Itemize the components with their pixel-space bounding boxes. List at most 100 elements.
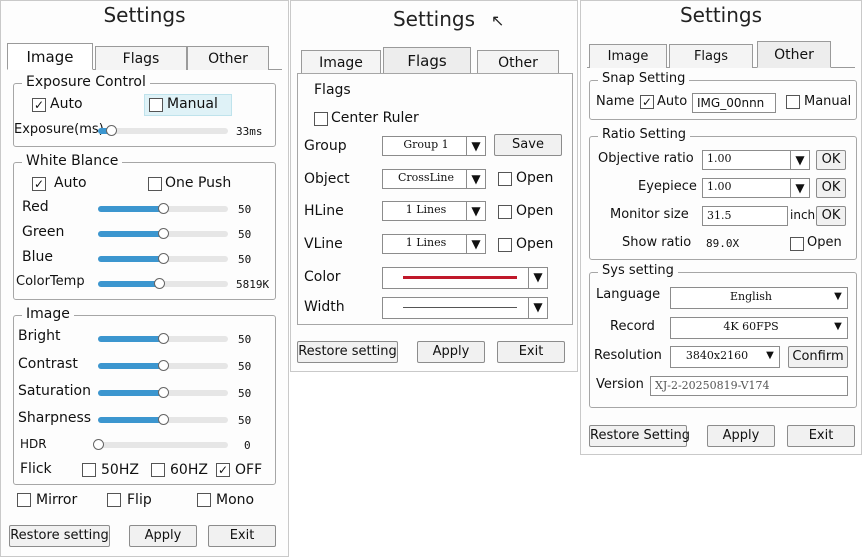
object-open-checkbox[interactable] xyxy=(498,172,512,186)
objective-ratio-select[interactable]: 1.00 ▼ xyxy=(702,150,810,170)
mouse-cursor-icon: ↖ xyxy=(491,11,505,30)
flip-checkbox[interactable] xyxy=(107,493,121,507)
green-slider[interactable] xyxy=(98,228,228,239)
tab-flags[interactable]: Flags xyxy=(95,46,187,70)
confirm-button[interactable]: Confirm xyxy=(788,346,848,368)
objective-ok-button[interactable]: OK xyxy=(816,150,846,170)
slider-fill xyxy=(98,390,163,396)
tab-other[interactable]: Other xyxy=(187,46,269,70)
width-swatch xyxy=(403,307,517,308)
mirror-checkbox[interactable] xyxy=(17,493,31,507)
manual-exposure-option[interactable]: Manual xyxy=(144,94,232,116)
slider-handle[interactable] xyxy=(106,125,117,136)
exit-button[interactable]: Exit xyxy=(787,425,855,447)
language-select[interactable]: English ▼ xyxy=(670,287,848,309)
restore-setting-button[interactable]: Restore Setting xyxy=(589,425,690,447)
slider-handle[interactable] xyxy=(158,253,169,264)
width-select[interactable]: ▼ xyxy=(382,297,548,319)
bright-slider[interactable] xyxy=(98,333,228,344)
monitor-ok-button[interactable]: OK xyxy=(816,206,846,226)
restore-setting-button[interactable]: Restore setting xyxy=(297,341,398,363)
group-legend: Ratio Setting xyxy=(598,127,691,142)
slider-handle[interactable] xyxy=(154,278,166,289)
group-legend: Exposure Control xyxy=(22,74,150,90)
settings-panel-other: Settings Image Flags Other Snap Setting … xyxy=(580,0,862,455)
save-button[interactable]: Save xyxy=(494,134,562,156)
saturation-slider[interactable] xyxy=(98,387,228,398)
slider-fill xyxy=(98,336,163,342)
one-push-checkbox[interactable] xyxy=(148,177,162,191)
snap-manual-label: Manual xyxy=(804,94,852,109)
sharpness-slider[interactable] xyxy=(98,414,228,425)
tab-image[interactable]: Image xyxy=(7,43,93,70)
tab-flags[interactable]: Flags xyxy=(669,44,753,68)
restore-setting-button[interactable]: Restore setting xyxy=(9,525,110,547)
eyepiece-ok-button[interactable]: OK xyxy=(816,178,846,198)
mono-checkbox[interactable] xyxy=(197,493,211,507)
settings-panel-image: Settings Image Flags Other Exposure Cont… xyxy=(0,0,289,557)
slider-fill xyxy=(98,231,163,237)
snap-auto-label: Auto xyxy=(657,94,688,109)
exit-button[interactable]: Exit xyxy=(208,525,276,547)
group-legend: Snap Setting xyxy=(598,71,690,86)
record-select[interactable]: 4K 60FPS ▼ xyxy=(670,317,848,339)
flick-60hz-checkbox[interactable] xyxy=(151,463,165,477)
snap-auto-checkbox[interactable]: ✓ xyxy=(640,95,654,109)
contrast-slider[interactable] xyxy=(98,360,228,371)
color-select[interactable]: ▼ xyxy=(382,267,548,289)
vline-select[interactable]: 1 Lines ▼ xyxy=(382,234,486,254)
tab-image[interactable]: Image xyxy=(301,50,381,74)
flick-50hz-checkbox[interactable] xyxy=(82,463,96,477)
auto-white-balance-label: Auto xyxy=(54,175,87,191)
show-ratio-open-checkbox[interactable] xyxy=(790,237,804,251)
slider-handle[interactable] xyxy=(158,228,169,239)
slider-handle[interactable] xyxy=(158,360,169,371)
group-select[interactable]: Group 1 ▼ xyxy=(382,136,486,156)
flick-off-checkbox[interactable]: ✓ xyxy=(216,463,230,477)
hline-select[interactable]: 1 Lines ▼ xyxy=(382,201,486,221)
apply-button[interactable]: Apply xyxy=(129,525,197,547)
apply-button[interactable]: Apply xyxy=(707,425,775,447)
eyepiece-select[interactable]: 1.00 ▼ xyxy=(702,178,810,198)
apply-button[interactable]: Apply xyxy=(417,341,485,363)
colortemp-slider[interactable] xyxy=(98,278,228,289)
slider-handle[interactable] xyxy=(158,387,169,398)
manual-exposure-checkbox[interactable] xyxy=(149,98,163,112)
object-open-label: Open xyxy=(516,170,554,186)
tab-image[interactable]: Image xyxy=(589,44,667,68)
snap-name-field[interactable]: IMG_00nnn xyxy=(692,93,776,113)
panel-title: Settings xyxy=(679,3,763,27)
tab-bar: Image Flags Other xyxy=(297,47,571,74)
monitor-size-field[interactable]: 31.5 xyxy=(702,206,788,226)
snap-manual-checkbox[interactable] xyxy=(786,95,800,109)
center-ruler-checkbox[interactable] xyxy=(314,112,328,126)
tab-flags[interactable]: Flags xyxy=(383,47,471,74)
slider-handle[interactable] xyxy=(158,414,169,425)
resolution-select[interactable]: 3840x2160 ▼ xyxy=(670,346,780,368)
hline-open-checkbox[interactable] xyxy=(498,205,512,219)
tab-other[interactable]: Other xyxy=(757,41,831,68)
slider-handle[interactable] xyxy=(158,203,169,214)
slider-handle[interactable] xyxy=(93,439,104,450)
snap-setting-group: Snap Setting Name ✓ Auto IMG_00nnn Manua… xyxy=(589,71,857,120)
object-label: Object xyxy=(304,171,350,187)
one-push-label: One Push xyxy=(165,175,232,191)
slider-fill xyxy=(98,363,163,369)
blue-value: 50 xyxy=(238,253,252,266)
red-slider[interactable] xyxy=(98,203,228,214)
exposure-slider[interactable] xyxy=(98,125,228,136)
panel-title: Settings xyxy=(392,7,476,31)
vline-open-checkbox[interactable] xyxy=(498,238,512,252)
blue-slider[interactable] xyxy=(98,253,228,264)
object-select[interactable]: CrossLine ▼ xyxy=(382,169,486,189)
sharpness-label: Sharpness xyxy=(18,410,92,426)
auto-exposure-checkbox[interactable]: ✓ xyxy=(32,98,46,112)
resolution-label: Resolution xyxy=(594,348,662,363)
slider-handle[interactable] xyxy=(158,333,169,344)
exit-button[interactable]: Exit xyxy=(497,341,565,363)
auto-white-balance-checkbox[interactable]: ✓ xyxy=(32,177,46,191)
hdr-slider[interactable] xyxy=(93,439,228,450)
tab-other[interactable]: Other xyxy=(477,50,559,74)
bright-value: 50 xyxy=(238,333,252,346)
settings-panel-flags: Settings ↖ Image Flags Other Flags Cente… xyxy=(290,0,578,372)
